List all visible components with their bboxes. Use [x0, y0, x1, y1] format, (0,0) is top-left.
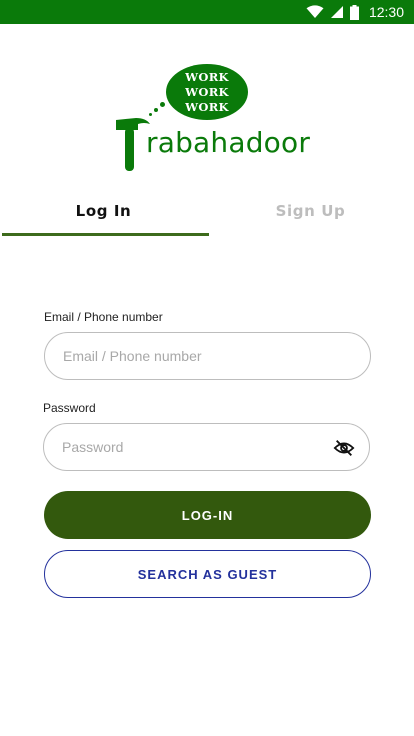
bubble-dot	[160, 102, 165, 107]
tab-sign-up[interactable]: Sign Up	[207, 188, 414, 234]
email-label: Email / Phone number	[44, 310, 163, 324]
bubble-line-2: WORK	[185, 84, 229, 99]
active-tab-indicator	[2, 233, 209, 236]
logo-speech-bubble: WORK WORK WORK	[166, 64, 248, 120]
email-input[interactable]	[63, 348, 323, 364]
password-input[interactable]	[62, 439, 322, 455]
app-logo: WORK WORK WORK rabahadoor	[110, 62, 310, 174]
logo-wordmark: rabahadoor	[146, 126, 311, 159]
wifi-icon	[306, 5, 324, 18]
password-label: Password	[43, 401, 96, 415]
bubble-line-1: WORK	[185, 69, 229, 84]
bubble-dot	[154, 108, 158, 112]
auth-tabs: Log In Sign Up	[0, 188, 414, 236]
bubble-line-3: WORK	[185, 99, 229, 114]
signal-icon	[330, 6, 343, 18]
status-bar: 12:30	[0, 0, 414, 24]
tab-log-in[interactable]: Log In	[0, 188, 207, 234]
email-field-container	[44, 332, 371, 380]
search-as-guest-button[interactable]: SEARCH AS GUEST	[44, 550, 371, 598]
password-field-container	[43, 423, 370, 471]
login-button[interactable]: LOG-IN	[44, 491, 371, 539]
eye-off-icon[interactable]	[333, 437, 355, 459]
status-icons: 12:30	[306, 0, 404, 24]
battery-icon	[349, 4, 359, 20]
status-time: 12:30	[368, 4, 404, 20]
